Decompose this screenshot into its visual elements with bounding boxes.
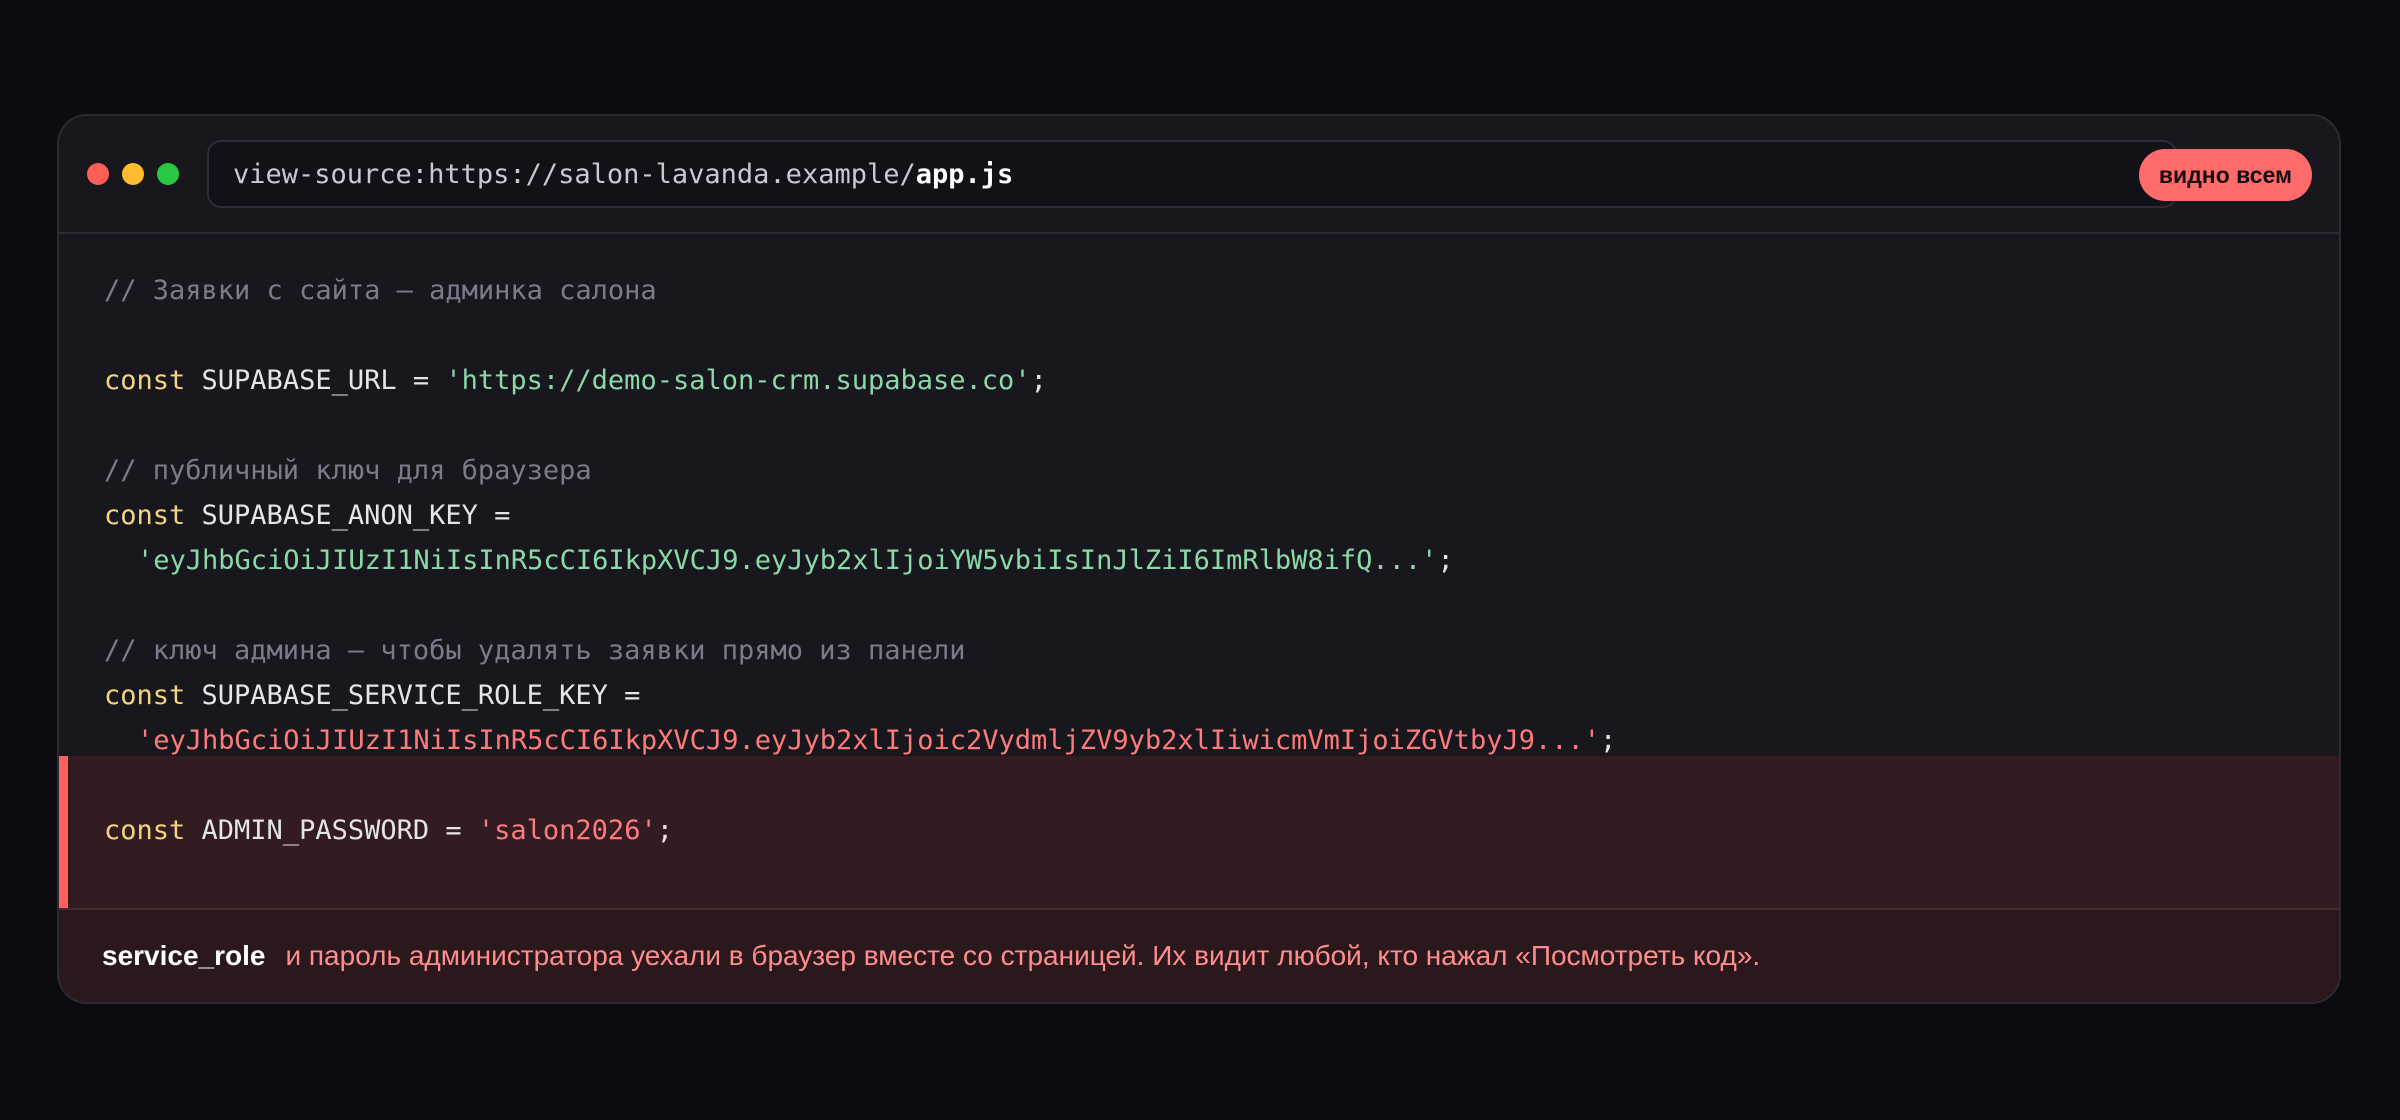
browser-window: view-source:https://salon-lavanda.exampl…	[57, 114, 2341, 1004]
visibility-badge: видно всем	[2138, 149, 2312, 201]
code-comment-admin-key: // ключ админа — чтобы удалять заявки пр…	[104, 635, 966, 666]
minimize-window-icon[interactable]	[122, 163, 144, 185]
warning-footer: service_role и пароль администратора уех…	[59, 908, 2339, 1002]
code-line-service-role-key: const SUPABASE_SERVICE_ROLE_KEY =	[104, 673, 640, 719]
code-line-anon-key-value: 'eyJhbGciOiJIUzI1NiIsInR5cCI6IkpXVCJ9.ey…	[137, 538, 1454, 584]
code-line-supabase-url: const SUPABASE_URL = 'https://demo-salon…	[104, 358, 1047, 404]
code-line-anon-key: const SUPABASE_ANON_KEY =	[104, 493, 510, 539]
semicolon: ;	[1030, 365, 1047, 396]
close-window-icon[interactable]	[87, 163, 109, 185]
password-declaration: ADMIN_PASSWORD =	[185, 815, 478, 846]
service-role-string: 'eyJhbGciOiJIUzI1NiIsInR5cCI6IkpXVCJ9.ey…	[137, 725, 1600, 756]
service-role-declaration: SUPABASE_SERVICE_ROLE_KEY =	[185, 680, 641, 711]
title-bar: view-source:https://salon-lavanda.exampl…	[59, 116, 2339, 234]
code-line-admin-password: const ADMIN_PASSWORD = 'salon2026';	[104, 808, 673, 854]
keyword-const: const	[104, 815, 186, 846]
keyword-const: const	[104, 680, 186, 711]
semicolon: ;	[1437, 545, 1454, 576]
code-comment-header: // Заявки с сайта — админка салона	[104, 275, 657, 306]
keyword-const: const	[104, 365, 186, 396]
url-string: 'https://demo-salon-crm.supabase.co'	[445, 365, 1031, 396]
code-line-service-role-value: 'eyJhbGciOiJIUzI1NiIsInR5cCI6IkpXVCJ9.ey…	[137, 718, 1616, 764]
password-string: 'salon2026'	[477, 815, 657, 846]
code-comment-public-key: // публичный ключ для браузера	[104, 455, 592, 486]
warning-term: service_role	[102, 940, 266, 971]
url-file: app.js	[915, 158, 1014, 190]
anon-key-declaration: SUPABASE_ANON_KEY =	[185, 500, 511, 531]
semicolon: ;	[1599, 725, 1617, 756]
url-declaration: SUPABASE_URL =	[185, 365, 446, 396]
url-prefix: view-source:https://salon-lavanda.exampl…	[233, 158, 916, 190]
keyword-const: const	[104, 500, 186, 531]
semicolon: ;	[656, 815, 673, 846]
maximize-window-icon[interactable]	[157, 163, 179, 185]
anon-key-string: 'eyJhbGciOiJIUzI1NiIsInR5cCI6IkpXVCJ9.ey…	[137, 545, 1438, 576]
address-bar[interactable]: view-source:https://salon-lavanda.exampl…	[207, 140, 2177, 208]
warning-message: и пароль администратора уехали в браузер…	[285, 940, 1761, 971]
